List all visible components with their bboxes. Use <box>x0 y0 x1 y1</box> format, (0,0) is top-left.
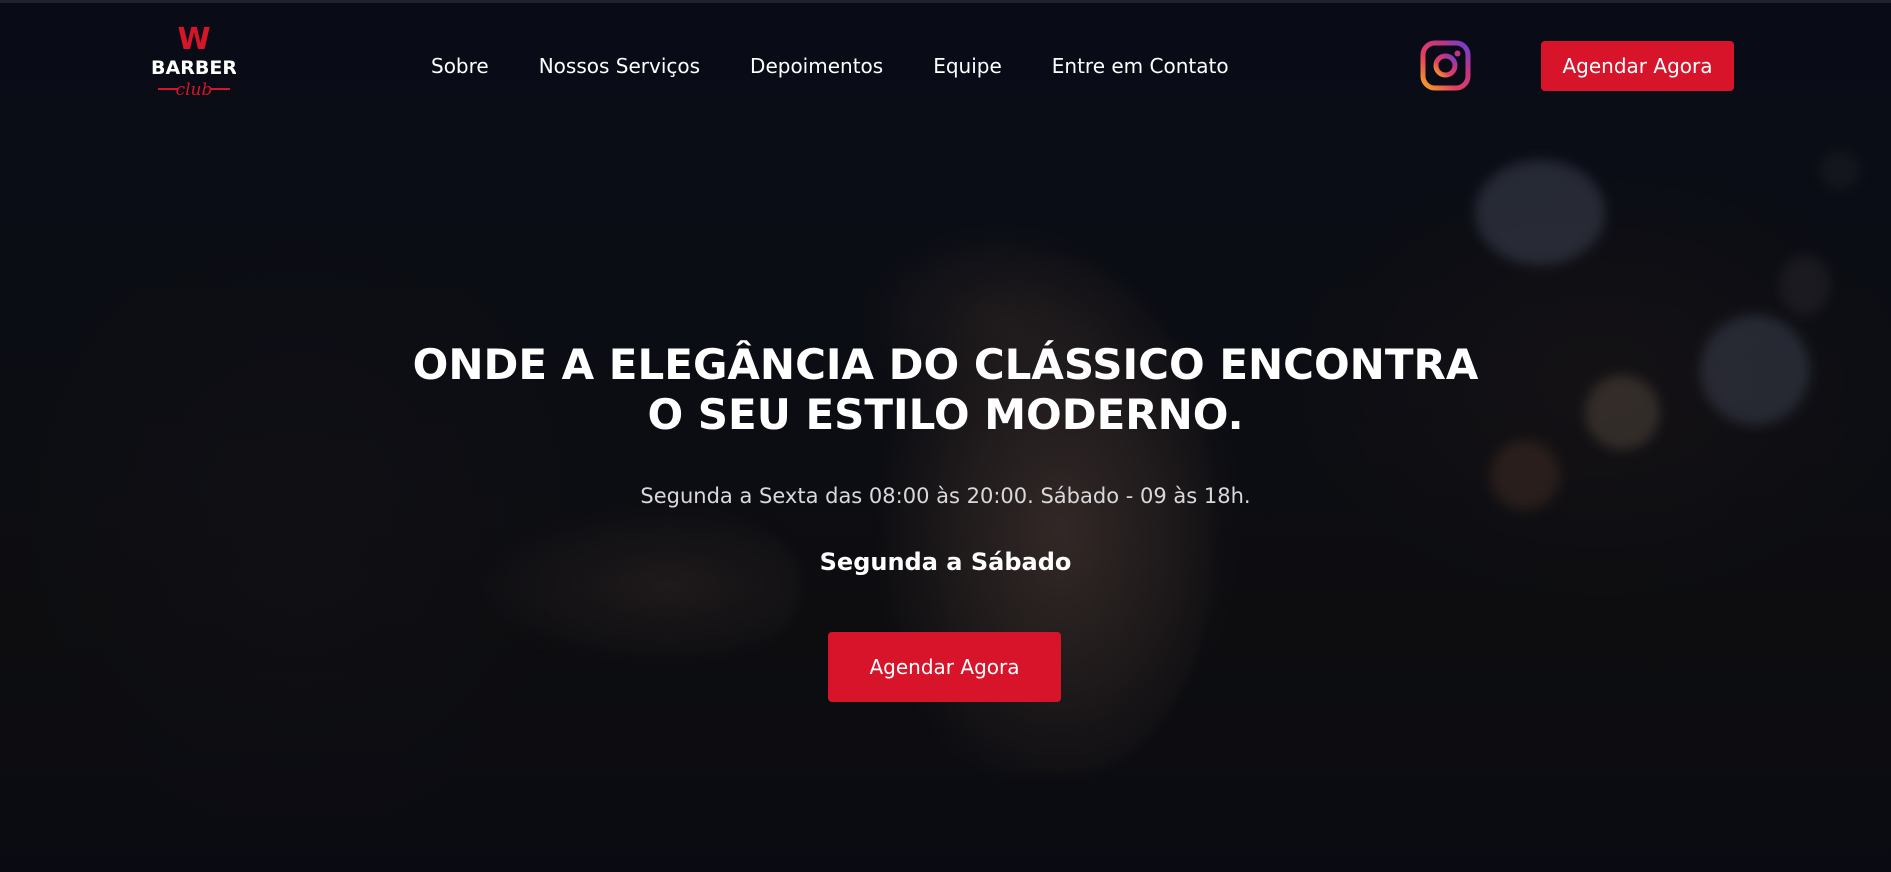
svg-text:W: W <box>177 23 210 57</box>
main-nav: Sobre Nossos Serviços Depoimentos Equipe… <box>431 51 1229 81</box>
header-schedule-button[interactable]: Agendar Agora <box>1541 41 1734 91</box>
nav-link-depoimentos[interactable]: Depoimentos <box>750 54 883 78</box>
hero-section: ONDE A ELEGÂNCIA DO CLÁSSICO ENCONTRA O … <box>0 340 1891 576</box>
hero-title-line-2: O SEU ESTILO MODERNO. <box>647 390 1244 439</box>
brand-logo[interactable]: W BARBER club <box>152 23 236 109</box>
opening-days-text: Segunda a Sábado <box>819 548 1072 576</box>
hero-title-line-1: ONDE A ELEGÂNCIA DO CLÁSSICO ENCONTRA <box>412 340 1479 389</box>
hero-schedule-button[interactable]: Agendar Agora <box>828 632 1061 702</box>
barber-club-logo-icon: W BARBER club <box>152 23 236 100</box>
site-header: W BARBER club Sobre Nossos Serviços Depo… <box>0 3 1891 123</box>
nav-link-servicos[interactable]: Nossos Serviços <box>539 54 700 78</box>
hero-title: ONDE A ELEGÂNCIA DO CLÁSSICO ENCONTRA O … <box>396 340 1496 440</box>
instagram-icon[interactable] <box>1420 40 1471 91</box>
nav-link-contato[interactable]: Entre em Contato <box>1052 54 1229 78</box>
opening-hours-text: Segunda a Sexta das 08:00 às 20:00. Sába… <box>640 484 1251 508</box>
svg-text:BARBER: BARBER <box>152 57 236 79</box>
svg-text:club: club <box>176 80 213 100</box>
nav-link-equipe[interactable]: Equipe <box>933 54 1002 78</box>
nav-link-sobre[interactable]: Sobre <box>431 54 489 78</box>
page: W BARBER club Sobre Nossos Serviços Depo… <box>0 0 1891 872</box>
